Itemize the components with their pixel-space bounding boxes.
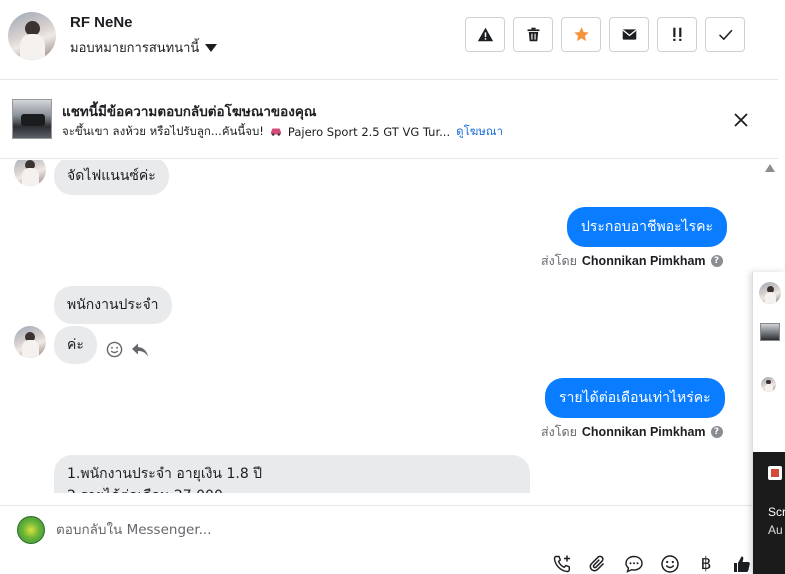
message-composer: ฿ [0,505,778,574]
trash-icon [527,27,539,42]
close-icon [734,113,748,127]
sender-avatar [14,326,46,358]
ad-reply-banner: แชทนี้มีข้อความตอบกลับต่อโฆษณาของคุณ จะข… [0,81,778,159]
side-panel-overlay: Scr Au [752,272,785,574]
app-icon [768,466,782,480]
emoji-react-icon[interactable] [106,341,123,358]
contact-avatar[interactable] [759,282,781,304]
thumbs-up-icon[interactable] [732,554,752,574]
ad-text: จะขึ้นเขา ลงห้วย หรือไปรับลูก...คันนี้จบ… [62,124,264,138]
sent-by-line: ส่งโดย Chonnikan Pimkham ? [541,422,723,442]
double-exclamation-icon [672,27,681,41]
mark-unread-button[interactable] [609,17,649,52]
outgoing-message[interactable]: รายได้ต่อเดือนเท่าไหร่คะ [545,378,725,418]
sent-by-line: ส่งโดย Chonnikan Pimkham ? [541,251,723,271]
warning-icon [477,27,493,42]
ad-thumbnail[interactable] [760,323,780,341]
delete-button[interactable] [513,17,553,52]
reply-input[interactable] [56,520,616,540]
star-icon [573,27,589,42]
conversation-actions [465,17,745,52]
ad-thumbnail[interactable] [12,99,52,139]
call-add-icon[interactable] [552,554,572,574]
ad-car-text: Pajero Sport 2.5 GT VG Tur... [287,125,451,139]
assign-conversation-label: มอบหมายการสนทนานี้ [70,41,200,56]
info-icon[interactable]: ? [710,426,723,438]
scroll-up-arrow-icon[interactable] [765,164,775,172]
saved-replies-icon[interactable] [624,554,644,574]
sender-avatar [14,160,46,186]
message-thread[interactable]: จัดไฟแนนซ์ค่ะ ประกอบอาชีพอะไรคะ ส่งโดย C… [0,160,760,493]
toast-title: Scr [768,505,785,519]
sender-avatar [761,377,776,392]
follow-up-button[interactable] [657,17,697,52]
incoming-message[interactable]: 1.พนักงานประจำ อายุเงิน 1.8 ปี 2.รายได้ต… [54,455,530,493]
toast-subtitle: Au [768,523,783,537]
incoming-message[interactable]: พนักงานประจำ [54,286,172,324]
ad-banner-title: แชทนี้มีข้อความตอบกลับต่อโฆษณาของคุณ [62,104,317,120]
incoming-message[interactable]: ค่ะ [54,326,97,364]
notification-toast[interactable]: Scr Au [753,452,785,574]
car-icon [270,125,282,139]
mark-done-button[interactable] [705,17,745,52]
sent-by-agent: Chonnikan Pimkham [581,254,706,268]
sent-by-prefix: ส่งโดย [541,424,577,439]
outgoing-message[interactable]: ประกอบอาชีพอะไรคะ [567,207,728,247]
caret-down-icon [205,43,218,52]
contact-avatar[interactable] [8,12,56,60]
emoji-icon[interactable] [660,554,680,574]
mark-spam-button[interactable] [465,17,505,52]
checkmark-icon [718,29,732,41]
composer-tools: ฿ [552,554,752,574]
info-icon[interactable]: ? [710,255,723,267]
close-banner-button[interactable] [730,109,752,131]
reply-icon[interactable] [131,342,149,358]
contact-name[interactable]: RF NeNe [70,14,133,31]
message-line: 1.พนักงานประจำ อายุเงิน 1.8 ปี [67,466,263,482]
assign-conversation-dropdown[interactable]: มอบหมายการสนทนานี้ [70,37,218,58]
attachment-icon[interactable] [588,554,608,574]
message-actions [106,341,149,358]
sent-by-prefix: ส่งโดย [541,253,577,268]
ad-banner-subtitle: จะขึ้นเขา ลงห้วย หรือไปรับลูก...คันนี้จบ… [62,123,503,141]
view-ad-link[interactable]: ดูโฆษณา [456,123,503,141]
page-avatar [17,516,45,544]
message-line: 2.รายได้ต่อเดือน 27,000 [67,485,517,493]
star-button[interactable] [561,17,601,52]
incoming-message[interactable]: จัดไฟแนนซ์ค่ะ [54,160,169,195]
envelope-icon [622,29,636,40]
sent-by-agent: Chonnikan Pimkham [581,425,706,439]
payment-icon[interactable]: ฿ [696,554,716,574]
conversation-header: RF NeNe มอบหมายการสนทนานี้ [0,0,778,80]
